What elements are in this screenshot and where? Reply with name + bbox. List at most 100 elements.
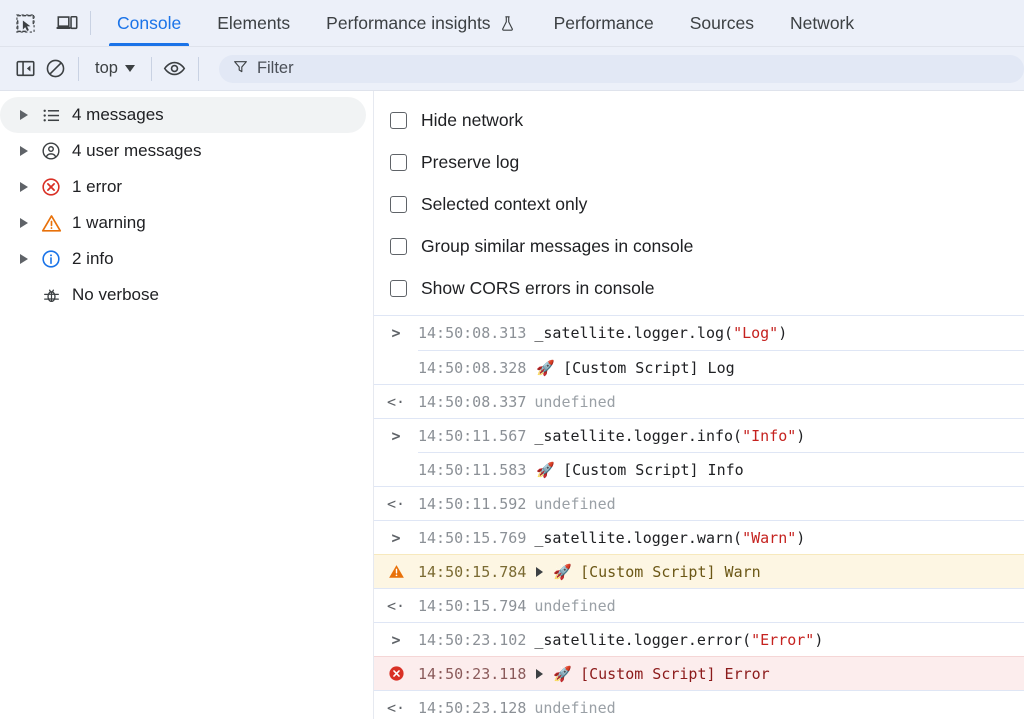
sidebar-item-warning[interactable]: 1 warning <box>0 205 366 241</box>
timestamp: 14:50:23.128 <box>418 698 527 717</box>
console-message-list[interactable]: > 14:50:08.313 _satellite.logger.log( "L… <box>374 316 1024 719</box>
expand-triangle-icon[interactable] <box>536 668 544 679</box>
expand-triangle-icon[interactable] <box>20 218 28 228</box>
sidebar-item-verbose[interactable]: No verbose <box>0 277 366 313</box>
tab-performance-insights-label: Performance insights <box>326 12 491 33</box>
console-row-result[interactable]: <· 14:50:11.592 undefined <box>374 486 1024 520</box>
timestamp: 14:50:15.794 <box>418 596 527 615</box>
console-row-error[interactable]: 14:50:23.118 🚀 [Custom Script] Error <box>374 656 1024 690</box>
sidebar-toggle-icon[interactable] <box>10 54 40 84</box>
message-text: [Custom Script] Log <box>563 358 735 377</box>
toolbar-divider-2 <box>150 56 152 81</box>
message-text: undefined <box>534 698 616 717</box>
sidebar-item-user-messages[interactable]: 4 user messages <box>0 133 366 169</box>
setting-selected-context-only-label: Selected context only <box>421 193 588 214</box>
toolbar-divider-3 <box>197 56 199 81</box>
bug-icon <box>40 284 62 306</box>
setting-preserve-log[interactable]: Preserve log <box>374 141 1024 183</box>
string-literal: "Error" <box>751 630 815 649</box>
warning-triangle-icon <box>40 212 62 234</box>
sidebar-item-error-label: 1 error <box>72 177 123 196</box>
code-text-suffix: ) <box>778 324 788 342</box>
console-row-result[interactable]: <· 14:50:08.337 undefined <box>374 384 1024 418</box>
console-row-output[interactable]: 14:50:11.583 🚀 [Custom Script] Info <box>418 452 1024 486</box>
execution-context-selector[interactable]: top <box>87 57 143 80</box>
message-text: undefined <box>534 392 616 411</box>
code-text-suffix: ) <box>796 426 806 445</box>
tab-network-label: Network <box>789 12 855 33</box>
result-arrow-icon: <· <box>386 596 406 615</box>
console-row-output[interactable]: 14:50:08.328 🚀 [Custom Script] Log <box>418 350 1024 384</box>
console-row-input[interactable]: > 14:50:23.102 _satellite.logger.error( … <box>374 622 1024 656</box>
setting-selected-context-only[interactable]: Selected context only <box>374 183 1024 225</box>
tab-sources-label: Sources <box>689 12 754 33</box>
filter-input[interactable]: Filter <box>218 54 1024 83</box>
show-cors-errors-checkbox[interactable] <box>390 279 407 297</box>
error-circle-filled-icon <box>374 665 418 682</box>
expand-triangle-icon[interactable] <box>536 566 544 577</box>
string-literal: "Warn" <box>742 528 797 547</box>
toolbar-divider-1 <box>78 56 79 81</box>
sidebar-item-user-messages-label: 4 user messages <box>72 141 202 160</box>
expand-triangle-icon[interactable] <box>20 254 28 264</box>
hide-network-checkbox[interactable] <box>390 111 407 129</box>
expand-triangle-icon[interactable] <box>20 110 28 120</box>
rocket-icon: 🚀 <box>536 460 556 479</box>
console-row-input[interactable]: > 14:50:11.567 _satellite.logger.info( "… <box>374 418 1024 452</box>
live-expression-eye-icon[interactable] <box>160 54 190 84</box>
result-arrow-icon: <· <box>386 494 406 513</box>
code-text: _satellite.logger.warn( <box>534 528 743 547</box>
console-body: 4 messages 4 user messages 1 error 1 war… <box>0 91 1024 719</box>
setting-show-cors-errors[interactable]: Show CORS errors in console <box>374 267 1024 309</box>
sidebar-item-info[interactable]: 2 info <box>0 241 366 277</box>
inspect-element-icon[interactable] <box>10 8 40 38</box>
console-row-result[interactable]: <· 14:50:15.794 undefined <box>374 588 1024 622</box>
prompt-arrow-icon: > <box>391 324 401 342</box>
filter-placeholder: Filter <box>256 59 294 77</box>
sidebar-item-warning-label: 1 warning <box>72 213 146 232</box>
prompt-arrow-icon: > <box>391 426 401 445</box>
group-similar-checkbox[interactable] <box>390 237 407 255</box>
device-toolbar-icon[interactable] <box>52 8 82 38</box>
tab-performance-insights[interactable]: Performance insights <box>308 0 535 46</box>
console-settings-panel: Hide network Preserve log Selected conte… <box>374 91 1024 316</box>
tab-performance[interactable]: Performance <box>536 0 672 46</box>
timestamp: 14:50:08.313 <box>418 324 527 342</box>
tab-network[interactable]: Network <box>772 0 872 46</box>
code-text: _satellite.logger.info( <box>534 426 743 445</box>
setting-hide-network[interactable]: Hide network <box>374 99 1024 141</box>
expand-triangle-icon[interactable] <box>20 146 28 156</box>
code-text: _satellite.logger.log( <box>534 324 734 342</box>
tab-elements[interactable]: Elements <box>199 0 308 46</box>
clear-console-icon[interactable] <box>40 54 70 84</box>
message-text: [Custom Script] Warn <box>580 562 761 581</box>
setting-group-similar[interactable]: Group similar messages in console <box>374 225 1024 267</box>
console-row-input[interactable]: > 14:50:08.313 _satellite.logger.log( "L… <box>374 316 1024 350</box>
message-text: undefined <box>534 494 616 513</box>
sidebar-item-messages[interactable]: 4 messages <box>0 97 366 133</box>
timestamp: 14:50:08.328 <box>418 358 527 377</box>
info-circle-icon <box>40 248 62 270</box>
timestamp: 14:50:15.769 <box>418 528 527 547</box>
result-arrow-icon: <· <box>386 392 406 411</box>
setting-preserve-log-label: Preserve log <box>421 151 520 172</box>
timestamp: 14:50:11.592 <box>418 494 527 513</box>
console-row-input[interactable]: > 14:50:15.769 _satellite.logger.warn( "… <box>374 520 1024 554</box>
tab-sources[interactable]: Sources <box>672 0 772 46</box>
execution-context-value: top <box>95 59 118 77</box>
console-toolbar: top Filter <box>0 47 1024 91</box>
console-row-result[interactable]: <· 14:50:23.128 undefined <box>374 690 1024 719</box>
tab-console[interactable]: Console <box>99 0 199 46</box>
list-icon <box>40 104 62 126</box>
selected-context-only-checkbox[interactable] <box>390 195 407 213</box>
code-text: _satellite.logger.error( <box>534 630 752 649</box>
user-circle-icon <box>40 140 62 162</box>
preserve-log-checkbox[interactable] <box>390 153 407 171</box>
tabbar-divider <box>90 11 91 35</box>
result-arrow-icon: <· <box>386 698 406 717</box>
string-literal: "Info" <box>742 426 797 445</box>
console-row-warning[interactable]: 14:50:15.784 🚀 [Custom Script] Warn <box>374 554 1024 588</box>
setting-hide-network-label: Hide network <box>421 109 524 130</box>
sidebar-item-error[interactable]: 1 error <box>0 169 366 205</box>
expand-triangle-icon[interactable] <box>20 182 28 192</box>
